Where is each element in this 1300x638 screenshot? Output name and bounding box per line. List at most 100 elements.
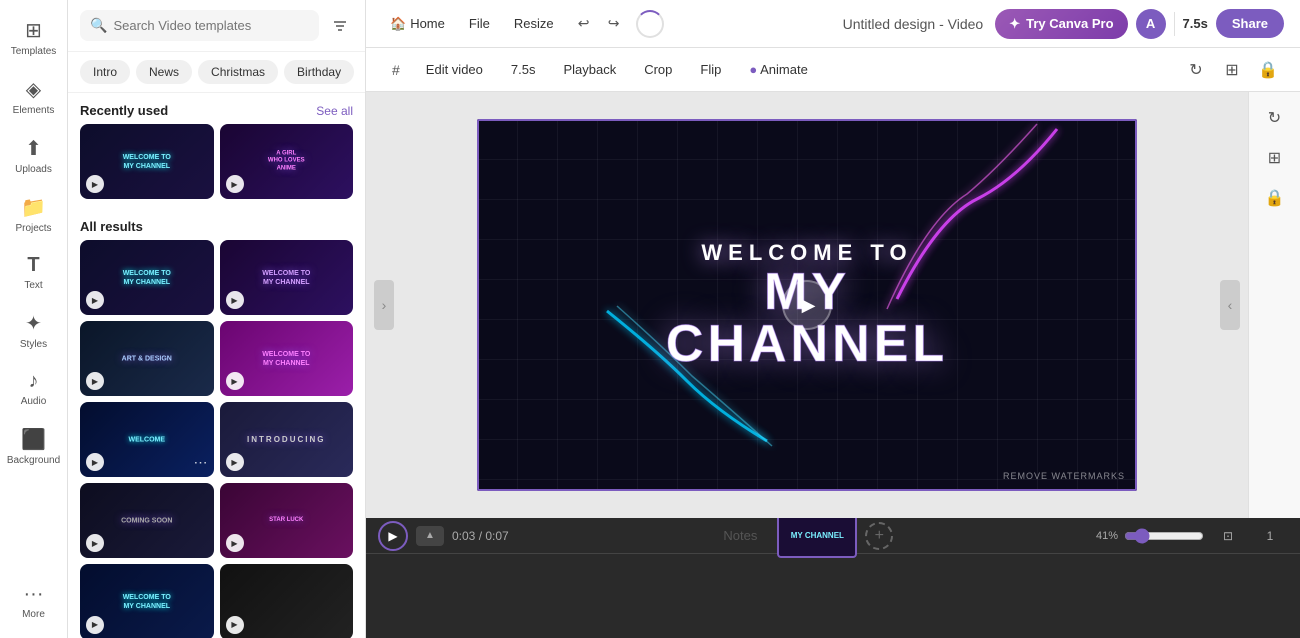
file-button[interactable]: File [461,12,498,35]
hide-left-panel-button[interactable]: › [374,280,394,330]
play-button-a2[interactable]: ▶ [226,291,244,309]
template-text-a9: WELCOME TOMY CHANNEL [87,593,207,611]
sidebar-item-text[interactable]: T Text [4,246,64,299]
see-all-link[interactable]: See all [316,104,353,118]
play-button-a5[interactable]: ▶ [86,453,104,471]
edit-video-button[interactable]: Edit video [414,56,495,83]
recently-used-title: Recently used [80,103,168,118]
secondary-lock-button[interactable]: 🔒 [1252,54,1284,86]
timeline-expand-button[interactable]: ▲ [416,526,444,546]
timeline-area: ▶ ▲ 0:03 / 0:07 Notes MY CHANNEL 7.5s + … [366,518,1300,638]
sidebar-item-styles[interactable]: ✦ Styles [4,303,64,358]
play-button-r2[interactable]: ▶ [226,175,244,193]
flip-button[interactable]: Flip [688,56,733,83]
canvas-container: 🗑 ··· [477,119,1137,491]
add-page-button[interactable]: + [865,522,893,550]
right-refresh-button[interactable]: ↻ [1257,100,1293,136]
sidebar-item-more[interactable]: ··· More [4,575,64,628]
animate-button[interactable]: ● Animate [737,56,819,83]
timeline-play-button[interactable]: ▶ [378,521,408,551]
template-card-a8[interactable]: STAR LUCK ▶ [220,483,354,558]
filter-icon [332,18,348,34]
canvas-frame[interactable]: WELCOME TO MY CHANNEL ▶ REMOVE WATERMARK… [477,119,1137,491]
undo-button[interactable]: ↩ [570,10,598,38]
try-canva-pro-button[interactable]: ✦ Try Canva Pro [995,9,1127,39]
template-card-a2[interactable]: WELCOME TOMY CHANNEL ▶ [220,240,354,315]
sidebar-item-templates[interactable]: ⊞ Templates [4,10,64,65]
secondary-refresh-button[interactable]: ↻ [1180,54,1212,86]
template-text-r1: WELCOME TOMY CHANNEL [87,152,207,170]
template-card-a10[interactable]: ▶ [220,564,354,638]
sidebar-item-elements[interactable]: ◈ Elements [4,69,64,124]
template-card-a1[interactable]: WELCOME TOMY CHANNEL ▶ [80,240,214,315]
template-card-a3[interactable]: ART & DESIGN ▶ [80,321,214,396]
recently-used-section: Recently used See all [80,93,353,124]
template-card-a9[interactable]: WELCOME TOMY CHANNEL ▶ [80,564,214,638]
chip-christmas[interactable]: Christmas [198,60,278,84]
zoom-slider[interactable] [1124,528,1204,544]
sidebar-label-background: Background [7,455,60,466]
chip-birthday[interactable]: Birthday [284,60,354,84]
template-card-a7[interactable]: COMING SOON ▶ [80,483,214,558]
file-label: File [469,16,490,31]
sidebar-label-text: Text [24,280,42,291]
hide-right-panel-button[interactable]: ‹ [1220,280,1240,330]
animate-dot-icon: ● [749,62,757,77]
template-text-a8: STAR LUCK [226,517,346,525]
sidebar-item-uploads[interactable]: ⬆ Uploads [4,128,64,183]
home-button[interactable]: 🏠 Home [382,12,453,36]
sidebar-label-templates: Templates [11,46,57,57]
filter-button[interactable] [327,13,353,39]
canvas-play-button[interactable]: ▶ [782,280,832,330]
play-button-a4[interactable]: ▶ [226,372,244,390]
chip-news[interactable]: News [136,60,192,84]
sidebar: ⊞ Templates ◈ Elements ⬆ Uploads 📁 Proje… [0,0,68,638]
notes-button[interactable]: Notes [711,523,769,548]
play-button-a6[interactable]: ▶ [226,453,244,471]
redo-button[interactable]: ↪ [600,10,628,38]
play-button-a7[interactable]: ▶ [86,534,104,552]
timeline-top: ▶ ▲ 0:03 / 0:07 Notes MY CHANNEL 7.5s + … [366,518,1300,554]
speed-indicator: 7.5s [1183,16,1208,31]
template-card-a4[interactable]: WELCOME TOMY CHANNEL ▶ [220,321,354,396]
right-grid-button[interactable]: ⊞ [1257,140,1293,176]
fit-screen-button[interactable]: ⊡ [1210,518,1246,554]
play-button-a10[interactable]: ▶ [226,616,244,634]
template-card-recent-1[interactable]: WELCOME TOMY CHANNEL ▶ [80,124,214,199]
crop-button[interactable]: Crop [632,56,684,83]
resize-button[interactable]: Resize [506,12,562,35]
template-card-a6[interactable]: INTRODUCING ▶ [220,402,354,477]
filter-chips: Intro News Christmas Birthday [68,52,365,93]
background-icon: ⬛ [21,427,46,452]
more-button-a5[interactable]: ⋯ [194,454,208,471]
play-button-a1[interactable]: ▶ [86,291,104,309]
all-template-grid: WELCOME TOMY CHANNEL ▶ WELCOME TOMY CHAN… [80,240,353,638]
sidebar-label-styles: Styles [20,339,47,350]
canvas-watermark[interactable]: REMOVE WATERMARKS [1003,471,1125,481]
sidebar-item-background[interactable]: ⬛ Background [4,419,64,474]
play-button-a9[interactable]: ▶ [86,616,104,634]
right-lock-button[interactable]: 🔒 [1257,180,1293,216]
search-input[interactable] [113,18,309,33]
play-button-r1[interactable]: ▶ [86,175,104,193]
more-icon: ··· [24,583,44,606]
design-title: Untitled design - Video [843,16,984,32]
template-card-a5[interactable]: WELCOME ▶ ⋯ [80,402,214,477]
chip-intro[interactable]: Intro [80,60,130,84]
search-bar: 🔍 [68,0,365,52]
page-count-button[interactable]: 1 [1252,518,1288,554]
canvas-right-row: › 🗑 ··· [366,92,1300,518]
sidebar-item-projects[interactable]: 📁 Projects [4,187,64,242]
sidebar-item-audio[interactable]: ♪ Audio [4,362,64,415]
play-button-a8[interactable]: ▶ [226,534,244,552]
play-button-a3[interactable]: ▶ [86,372,104,390]
template-text-a2: WELCOME TOMY CHANNEL [226,269,346,287]
speed-button[interactable]: 7.5s [499,56,548,83]
template-card-recent-2[interactable]: A GIRLWHO LOVESANIME ▶ [220,124,354,199]
hashtag-button[interactable]: # [382,57,410,83]
share-button[interactable]: Share [1216,9,1284,38]
secondary-grid-button[interactable]: ⊞ [1216,54,1248,86]
panel-content: Recently used See all WELCOME TOMY CHANN… [68,93,365,638]
timeline-page-thumbnail[interactable]: MY CHANNEL 7.5s [777,513,857,558]
playback-button[interactable]: Playback [551,56,628,83]
